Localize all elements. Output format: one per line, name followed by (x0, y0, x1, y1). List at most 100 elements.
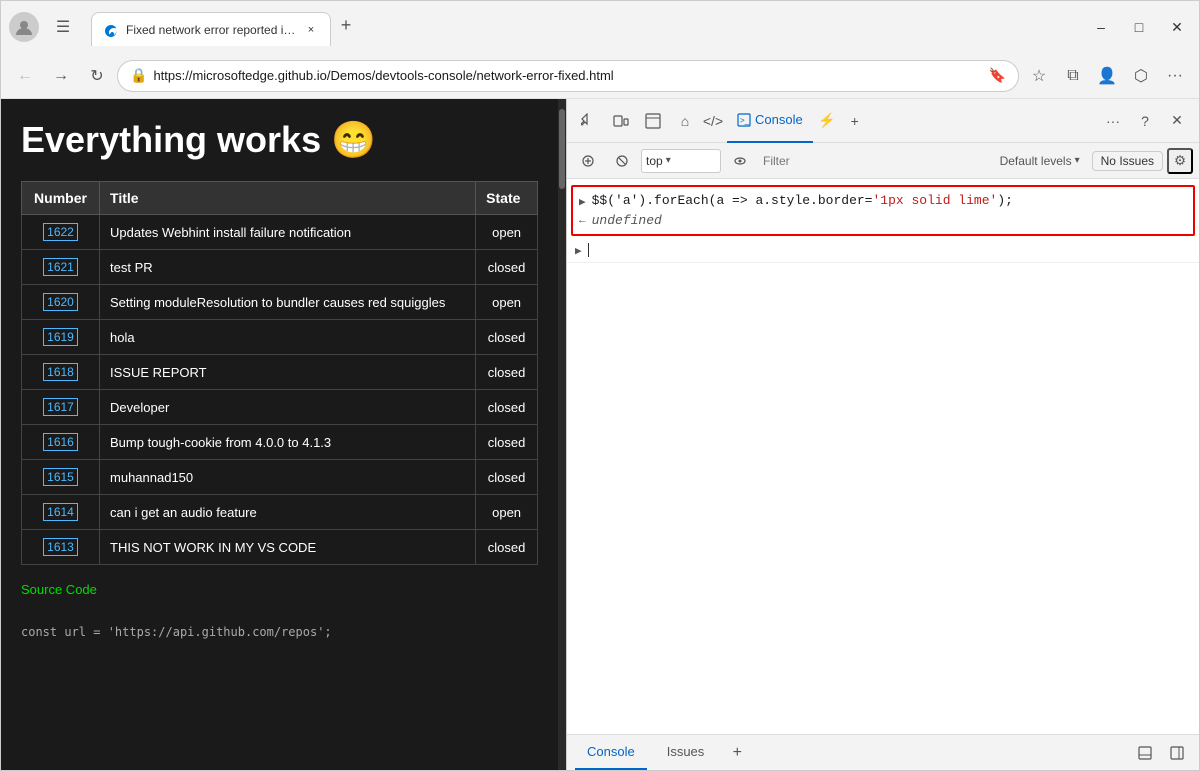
issue-link[interactable]: 1620 (43, 293, 78, 311)
issue-link[interactable]: 1619 (43, 328, 78, 346)
cell-number[interactable]: 1614 (22, 495, 100, 530)
page-heading: Everything works 😁 (21, 119, 538, 161)
more-btn[interactable]: ··· (1159, 60, 1191, 92)
devtools-help-btn[interactable]: ? (1131, 107, 1159, 135)
webpage-scrollbar[interactable] (558, 99, 566, 770)
table-row: 1614 can i get an audio feature open (22, 495, 538, 530)
table-row: 1621 test PR closed (22, 250, 538, 285)
sidebar-toggle-btn[interactable]: ☰ (47, 11, 79, 43)
tab-close-btn[interactable]: × (302, 21, 320, 39)
elements-icon (645, 113, 661, 129)
cell-number[interactable]: 1620 (22, 285, 100, 320)
dock-left-btn[interactable] (1131, 739, 1159, 767)
code-part2: ); (997, 193, 1013, 208)
issue-link[interactable]: 1617 (43, 398, 78, 416)
cell-title: Bump tough-cookie from 4.0.0 to 4.1.3 (100, 425, 476, 460)
new-tab-btn[interactable]: + (331, 10, 361, 40)
cell-state: closed (476, 320, 538, 355)
cell-state: open (476, 495, 538, 530)
console-create-btn[interactable] (573, 148, 603, 174)
create-live-expression-icon (581, 154, 595, 168)
add-panel-btn[interactable]: + (841, 107, 869, 135)
cell-number[interactable]: 1613 (22, 530, 100, 565)
default-levels-label: Default levels (1000, 154, 1072, 168)
home-btn[interactable]: ⌂ (671, 107, 699, 135)
nav-bar: ← → ↻ 🔒 https://microsoftedge.github.io/… (1, 53, 1199, 99)
dock-right-btn[interactable] (1163, 739, 1191, 767)
bottom-console-tab[interactable]: Console (575, 736, 647, 770)
active-tab[interactable]: Fixed network error reported in ( × (91, 12, 331, 46)
default-levels-btn[interactable]: Default levels ▾ (992, 148, 1088, 174)
favorites-btn[interactable]: ☆ (1023, 60, 1055, 92)
split-view-btn[interactable]: ⧉ (1057, 60, 1089, 92)
browser-window: ☰ Fixed network error reported in ( × + … (0, 0, 1200, 771)
console-filter-input[interactable] (759, 150, 988, 172)
forward-btn[interactable]: → (45, 60, 77, 92)
elements-panel-btn[interactable] (639, 107, 667, 135)
issue-link[interactable]: 1618 (43, 363, 78, 381)
extensions-btn[interactable]: ⬡ (1125, 60, 1157, 92)
table-row: 1615 muhannad150 closed (22, 460, 538, 495)
performance-btn[interactable]: ⚡ (813, 107, 841, 135)
cell-state: closed (476, 250, 538, 285)
issue-link[interactable]: 1613 (43, 538, 78, 556)
cell-number[interactable]: 1622 (22, 215, 100, 250)
refresh-btn[interactable]: ↻ (81, 60, 113, 92)
bottom-issues-tab[interactable]: Issues (655, 736, 717, 770)
profile-btn[interactable]: 👤 (1091, 60, 1123, 92)
devtools-more-btn[interactable]: ··· (1099, 107, 1127, 135)
console-toolbar: top ▾ Default levels ▾ No Issues ⚙ (567, 143, 1199, 179)
table-row: 1620 Setting moduleResolution to bundler… (22, 285, 538, 320)
device-icon (613, 113, 629, 129)
tabs-bar: Fixed network error reported in ( × + (87, 8, 1079, 46)
cell-title: Developer (100, 390, 476, 425)
scrollbar-thumb[interactable] (559, 109, 565, 189)
hide-network-btn[interactable] (725, 148, 755, 174)
issue-link[interactable]: 1614 (43, 503, 78, 521)
eye-icon (733, 154, 747, 168)
expand-arrow[interactable]: ▶ (579, 195, 586, 209)
issue-link[interactable]: 1615 (43, 468, 78, 486)
console-input-text: $$('a').forEach(a => a.style.border='1px… (592, 193, 1187, 208)
minimize-btn[interactable]: – (1087, 13, 1115, 41)
console-clear-btn[interactable] (607, 148, 637, 174)
cell-number[interactable]: 1619 (22, 320, 100, 355)
address-bar[interactable]: 🔒 https://microsoftedge.github.io/Demos/… (117, 60, 1019, 92)
code-btn[interactable]: </> (699, 107, 727, 135)
cell-number[interactable]: 1617 (22, 390, 100, 425)
cell-number[interactable]: 1615 (22, 460, 100, 495)
cell-number[interactable]: 1616 (22, 425, 100, 460)
bookmark-icon[interactable]: 🔖 (989, 67, 1006, 84)
devtools-tabs: ⌂ </> >_ Console ⚡ + (671, 99, 1095, 143)
title-bar: ☰ Fixed network error reported in ( × + … (1, 1, 1199, 53)
cell-state: closed (476, 390, 538, 425)
inspect-element-btn[interactable] (575, 107, 603, 135)
bottom-console-label: Console (587, 744, 635, 759)
devtools-close-btn[interactable]: ✕ (1163, 107, 1191, 135)
cell-state: closed (476, 425, 538, 460)
profile-avatar[interactable] (9, 12, 39, 42)
window-controls: – □ ✕ (1087, 13, 1191, 41)
tab-title: Fixed network error reported in ( (126, 23, 296, 37)
issue-link[interactable]: 1621 (43, 258, 78, 276)
issue-link[interactable]: 1622 (43, 223, 78, 241)
bottom-add-tab-btn[interactable]: + (724, 740, 750, 766)
table-row: 1622 Updates Webhint install failure not… (22, 215, 538, 250)
devtools-bottom-actions (1131, 739, 1191, 767)
source-code-link[interactable]: Source Code (21, 582, 97, 597)
issue-link[interactable]: 1616 (43, 433, 78, 451)
device-emulation-btn[interactable] (607, 107, 635, 135)
no-issues-badge[interactable]: No Issues (1092, 151, 1163, 171)
back-btn[interactable]: ← (9, 60, 41, 92)
console-cursor-entry[interactable]: ▶ (567, 238, 1199, 263)
top-context-selector[interactable]: top ▾ (641, 149, 721, 173)
issues-table: Number Title State 1622 Updates Webhint … (21, 181, 538, 565)
devtools-top-toolbar: ⌂ </> >_ Console ⚡ + ··· ? ✕ (567, 99, 1199, 143)
window-close-btn[interactable]: ✕ (1163, 13, 1191, 41)
cell-number[interactable]: 1621 (22, 250, 100, 285)
cell-number[interactable]: 1618 (22, 355, 100, 390)
devtools-panel: ⌂ </> >_ Console ⚡ + ··· ? ✕ (566, 99, 1199, 770)
console-settings-btn[interactable]: ⚙ (1167, 148, 1193, 174)
maximize-btn[interactable]: □ (1125, 13, 1153, 41)
console-tab[interactable]: >_ Console (727, 99, 813, 143)
